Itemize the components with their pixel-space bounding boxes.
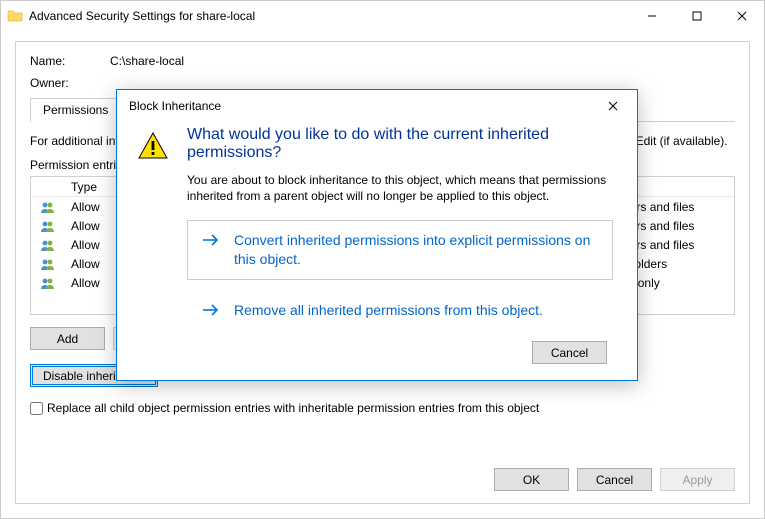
option-remove-text: Remove all inherited permissions from th… <box>234 301 543 320</box>
popup-cancel-button[interactable]: Cancel <box>532 341 607 364</box>
popup-close-button[interactable] <box>597 90 629 122</box>
arrow-right-icon <box>202 233 220 247</box>
option-convert[interactable]: Convert inherited permissions into expli… <box>187 220 613 280</box>
block-inheritance-dialog: Block Inheritance What would you <box>116 89 638 381</box>
arrow-right-icon <box>202 303 220 317</box>
popup-title: Block Inheritance <box>129 99 597 113</box>
warning-icon <box>137 130 169 364</box>
option-remove[interactable]: Remove all inherited permissions from th… <box>187 290 613 331</box>
advanced-security-window: Advanced Security Settings for share-loc… <box>0 0 765 519</box>
popup-description: You are about to block inheritance to th… <box>187 172 613 204</box>
popup-question: What would you like to do with the curre… <box>187 126 613 162</box>
popup-titlebar: Block Inheritance <box>117 90 637 122</box>
modal-overlay: Block Inheritance What would you <box>1 1 764 518</box>
option-convert-text: Convert inherited permissions into expli… <box>234 231 598 269</box>
